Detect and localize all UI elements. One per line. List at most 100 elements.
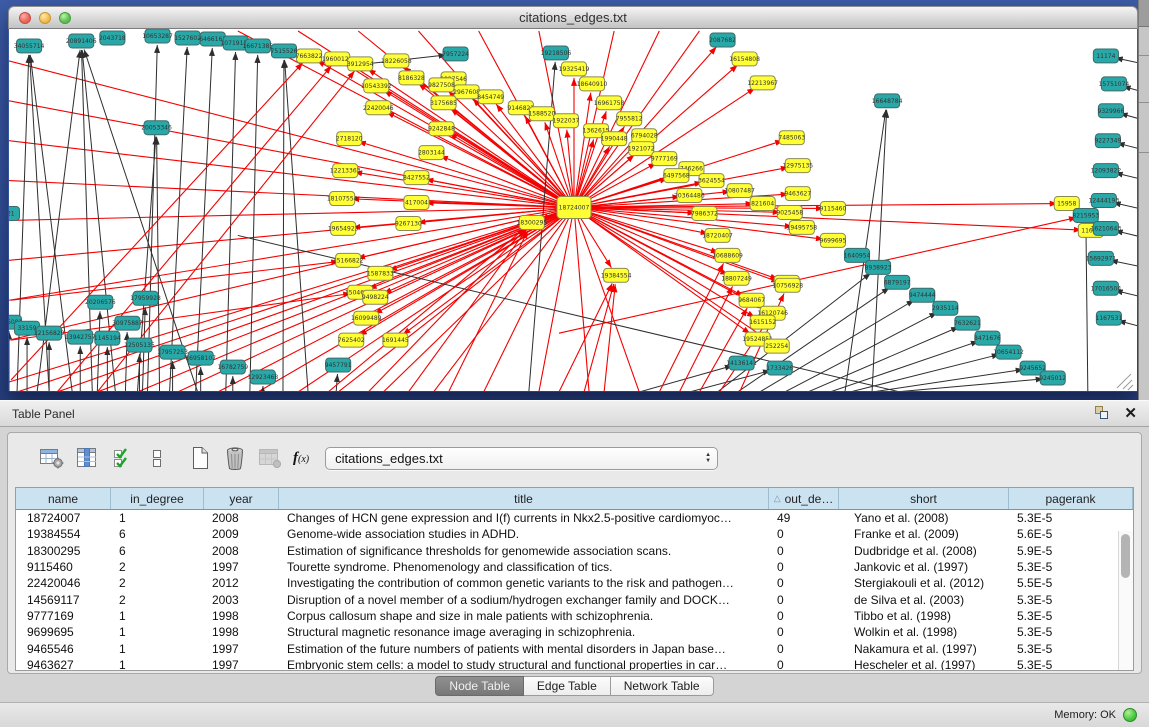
window-resize-grip[interactable]	[1117, 374, 1133, 390]
graph-node[interactable]: 17959928	[130, 291, 161, 305]
graph-node[interactable]: 9227349	[1094, 134, 1121, 148]
graph-node[interactable]: 14136141	[726, 356, 757, 370]
graph-node[interactable]: 12923468	[248, 370, 279, 384]
graph-node[interactable]: 18807249	[721, 271, 752, 285]
graph-node[interactable]: 9242848	[428, 122, 455, 136]
graph-node[interactable]: 16782759	[217, 360, 248, 374]
graph-edge[interactable]	[574, 31, 614, 208]
graph-node[interactable]: 417004	[404, 196, 429, 210]
table-row[interactable]: 1872400712008Changes of HCN gene express…	[16, 510, 1133, 526]
graph-node[interactable]: 9474444	[909, 288, 936, 302]
graph-edge[interactable]	[449, 231, 528, 391]
graph-node[interactable]: 16210643	[1091, 221, 1122, 235]
graph-node[interactable]: 12213363	[330, 164, 361, 178]
graph-node[interactable]: 10543392	[361, 79, 392, 93]
show-columns-icon[interactable]	[73, 444, 101, 472]
graph-node[interactable]: 7986372	[691, 207, 718, 221]
column-header-short[interactable]: short	[839, 488, 1009, 509]
graph-node[interactable]: 15751074	[1099, 77, 1130, 91]
graph-edge[interactable]	[449, 133, 574, 207]
column-header-pagerank[interactable]: pagerank	[1009, 488, 1133, 509]
graph-node[interactable]: 6879197	[884, 275, 911, 289]
graph-edge[interactable]	[97, 311, 100, 391]
graph-node[interactable]: 1167531	[1095, 311, 1122, 325]
close-panel-icon[interactable]: ✕	[1124, 406, 1137, 421]
window-titlebar[interactable]: citations_edges.txt	[8, 6, 1138, 29]
table-row[interactable]: 1938455462009Genome-wide association stu…	[16, 526, 1133, 542]
table-row[interactable]: 911546021997Tourette syndrome. Phenomeno…	[16, 559, 1133, 575]
graph-node[interactable]: 3624554	[698, 174, 725, 188]
graph-node[interactable]: 19384554	[601, 268, 632, 282]
network-canvas[interactable]: 1872400776638221960012839129541822605898…	[9, 29, 1137, 391]
graph-node[interactable]: 16958107	[185, 351, 216, 365]
tab-edge-table[interactable]: Edge Table	[524, 676, 611, 696]
graph-node[interactable]: 2803144	[418, 146, 445, 160]
graph-node[interactable]: 1615152	[749, 315, 776, 329]
clear-column-selection-icon[interactable]	[143, 444, 171, 472]
graph-node[interactable]: 20053346	[141, 121, 172, 135]
graph-node[interactable]: 16671385	[243, 39, 274, 53]
table-row[interactable]: 977716911998Corpus callosum shape and si…	[16, 608, 1133, 624]
graph-node[interactable]: 9245012	[1039, 371, 1066, 385]
graph-node[interactable]: 821604	[750, 197, 775, 211]
graph-node[interactable]: 8471676	[974, 331, 1001, 345]
graph-node[interactable]: 7957224	[442, 47, 469, 61]
graph-node[interactable]: 8454749	[477, 90, 504, 104]
graph-node[interactable]: 9699695	[820, 233, 847, 247]
graph-node[interactable]: 22420046	[363, 101, 394, 115]
graph-node[interactable]: 9498224	[362, 290, 389, 304]
new-table-document-icon[interactable]	[186, 444, 214, 472]
graph-edge[interactable]	[808, 327, 959, 391]
table-row[interactable]: 969969511998Structural magnetic resonanc…	[16, 624, 1133, 640]
graph-node[interactable]: 9463627	[784, 187, 811, 201]
column-header-title[interactable]: title	[279, 488, 769, 509]
graph-node[interactable]: 3175685	[430, 96, 457, 110]
graph-node[interactable]: 13942757	[65, 330, 96, 344]
table-selector-dropdown[interactable]: citations_edges.txt ▲▼	[325, 447, 718, 470]
graph-node[interactable]: 34055714	[14, 39, 45, 53]
graph-node[interactable]: 9827508	[428, 78, 455, 92]
table-row[interactable]: 946362711997Embryonic stem cells: a mode…	[16, 657, 1133, 670]
graph-node[interactable]: 19654923	[328, 221, 359, 235]
table-row[interactable]: 1456911722003Disruption of a novel membe…	[16, 591, 1133, 607]
graph-node[interactable]: 10654112	[993, 345, 1024, 359]
graph-edge[interactable]	[559, 283, 612, 391]
graph-edge[interactable]	[785, 312, 938, 391]
graph-node[interactable]: 1145194	[94, 331, 121, 345]
graph-edge[interactable]	[9, 61, 574, 208]
graph-node[interactable]: 1990448	[601, 132, 628, 146]
graph-node[interactable]: 6497568	[663, 169, 690, 183]
graph-edge[interactable]	[285, 60, 308, 391]
graph-node[interactable]: 9025458	[776, 206, 803, 220]
graph-node[interactable]: 11174	[1093, 49, 1118, 63]
column-header-year[interactable]: year	[204, 488, 279, 509]
graph-node[interactable]: 7625402	[338, 333, 365, 347]
graph-node[interactable]: 2967608	[453, 85, 480, 99]
graph-node[interactable]: 1922037	[553, 114, 580, 128]
graph-node[interactable]: 16099489	[351, 311, 382, 325]
table-row[interactable]: 2242004622012Investigating the contribut…	[16, 575, 1133, 591]
graph-node[interactable]: 7632621	[954, 316, 981, 330]
graph-node[interactable]: 12975135	[782, 159, 813, 173]
graph-node[interactable]: 15692971	[1086, 251, 1117, 265]
graph-node[interactable]: 12156829	[34, 326, 65, 340]
graph-node[interactable]: 1921072	[628, 142, 655, 156]
table-row[interactable]: 946554611997Estimation of the future num…	[16, 640, 1133, 656]
graph-edge[interactable]	[659, 263, 723, 391]
graph-node[interactable]: 16961758	[594, 96, 625, 110]
float-panel-icon[interactable]	[1095, 406, 1110, 421]
graph-node[interactable]: 1587833	[367, 266, 394, 280]
graph-node[interactable]: 17957253	[157, 345, 188, 359]
graph-node[interactable]: 16154808	[729, 52, 760, 66]
graph-edge[interactable]	[9, 208, 574, 221]
graph-node[interactable]: 2043718	[99, 31, 126, 45]
graph-node[interactable]: 9329966	[1097, 104, 1124, 118]
graph-node[interactable]: 9777169	[651, 152, 678, 166]
graph-node[interactable]: 8427552	[403, 171, 430, 185]
graph-node[interactable]: 6794028	[631, 129, 658, 143]
select-columns-check-icon[interactable]	[108, 444, 136, 472]
table-scrollbar[interactable]	[1118, 531, 1133, 670]
graph-node[interactable]: 15166822	[333, 253, 364, 267]
graph-node[interactable]: 19325419	[559, 62, 590, 76]
graph-node[interactable]: 1691445	[382, 333, 409, 347]
